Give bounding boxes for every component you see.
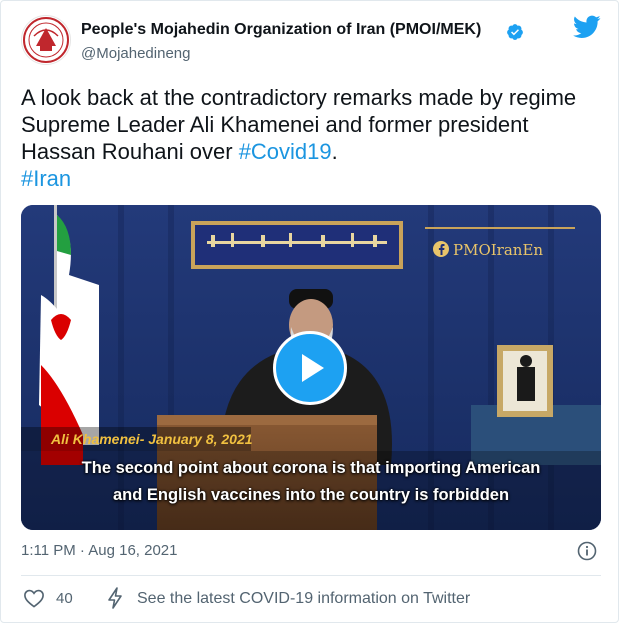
tweet-text-line: Supreme Leader Ali Khamenei and former p… — [21, 112, 529, 137]
info-icon[interactable] — [577, 541, 597, 561]
tweet-text-segment: . — [331, 139, 338, 164]
play-icon — [302, 354, 324, 382]
tweet-text-line: Hassan Rouhani over #Covid19. — [21, 138, 606, 165]
video-subtitle: The second point about corona is that im… — [21, 455, 601, 509]
hashtag-covid19-link[interactable]: #Covid19 — [239, 139, 332, 164]
play-button[interactable] — [273, 331, 347, 405]
tweet-text-line: A look back at the contradictory remarks… — [21, 85, 577, 110]
verified-badge-icon — [507, 24, 523, 40]
tweet-card: People's Mojahedin Organization of Iran … — [0, 0, 619, 623]
subtitle-line: and English vaccines into the country is… — [112, 486, 510, 504]
tweet-text: A look back at the contradictory remarks… — [21, 84, 606, 192]
covid-info-link[interactable]: See the latest COVID-19 information on T… — [137, 590, 470, 608]
footer-divider — [21, 575, 601, 576]
tweet-timestamp[interactable]: 1:11 PM · Aug 16, 2021 — [21, 542, 178, 559]
subtitle-line: The second point about corona is that im… — [81, 459, 541, 477]
heart-icon[interactable] — [23, 588, 45, 608]
like-count[interactable]: 40 — [56, 590, 73, 607]
video-player[interactable]: PMOIranEn Ali Khamenei- January 8, 2021 … — [21, 205, 601, 530]
author-handle[interactable]: @Mojahedineng — [81, 45, 190, 62]
channel-label: PMOIranEn — [453, 241, 544, 259]
author-name[interactable]: People's Mojahedin Organization of Iran … — [81, 21, 481, 39]
hashtag-iran-link[interactable]: #Iran — [21, 165, 606, 192]
pmoi-logo-icon[interactable] — [21, 15, 71, 65]
twitter-bird-icon[interactable] — [573, 15, 601, 39]
lightning-bolt-icon — [108, 587, 122, 609]
caption-speaker-name: Ali Khamenei- January 8, 2021 — [51, 431, 253, 447]
tweet-text-segment: Hassan Rouhani over — [21, 139, 239, 164]
